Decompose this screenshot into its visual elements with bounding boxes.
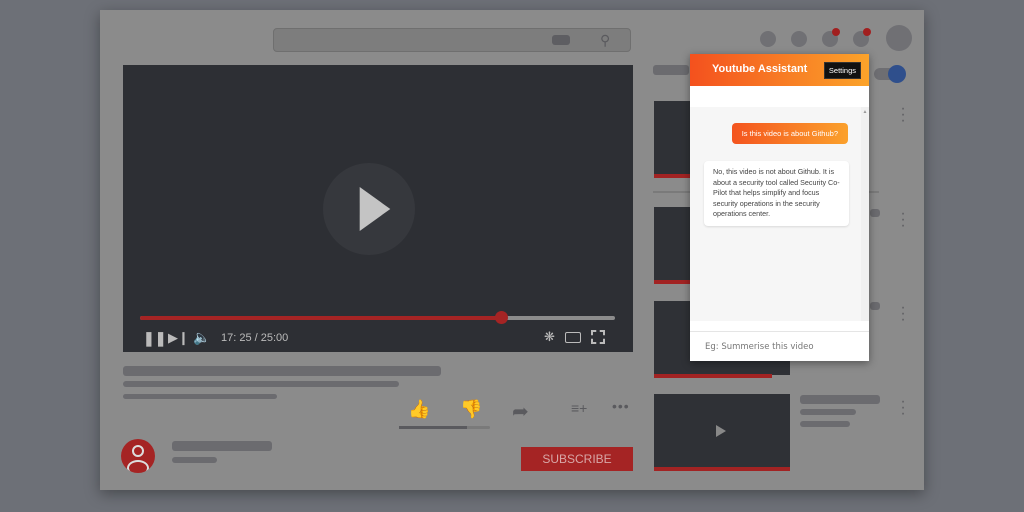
more-options-icon[interactable]: · · ·: [900, 300, 906, 328]
settings-button[interactable]: Settings: [823, 62, 861, 79]
assistant-header: Youtube Assistant Settings: [690, 54, 869, 86]
avatar[interactable]: [886, 25, 912, 51]
volume-icon[interactable]: 🔈: [193, 329, 210, 346]
progress-handle[interactable]: [495, 311, 508, 324]
progress-fill: [140, 316, 501, 320]
more-options-icon[interactable]: · · ·: [900, 206, 906, 234]
play-icon: [359, 187, 391, 231]
toggle-knob: [888, 65, 906, 83]
time-display: 17: 25 / 25:00: [221, 332, 289, 344]
more-options-icon[interactable]: · · ·: [900, 101, 906, 129]
icon-2[interactable]: [791, 31, 807, 47]
more-icon[interactable]: •••: [612, 398, 630, 414]
settings-gear-icon[interactable]: ❋: [544, 329, 555, 345]
subscribe-button[interactable]: SUBSCRIBE: [521, 447, 633, 471]
fullscreen-icon[interactable]: [591, 330, 605, 344]
play-button[interactable]: [323, 163, 415, 255]
add-to-playlist-icon[interactable]: ≡+: [571, 400, 587, 416]
more-options-icon[interactable]: · · ·: [900, 394, 906, 422]
like-ratio-bar: [399, 426, 490, 429]
video-player[interactable]: ❚❚ ▶❙ 🔈 17: 25 / 25:00 ❋: [123, 65, 633, 352]
question-input[interactable]: Eg: Summerise this video: [690, 331, 869, 361]
assistant-message: No, this video is not about Github. It i…: [704, 161, 849, 226]
assistant-title: Youtube Assistant: [712, 63, 808, 75]
search-bar[interactable]: ⚲: [273, 28, 631, 52]
dislike-icon[interactable]: 👎: [460, 399, 482, 420]
progress-bar[interactable]: [140, 311, 615, 324]
share-icon[interactable]: ➦: [512, 399, 529, 424]
youtube-assistant-panel: Youtube Assistant Settings ▲ Is this vid…: [690, 54, 869, 361]
play-icon: [716, 425, 726, 437]
video-thumbnail[interactable]: [654, 394, 790, 471]
chat-scrollbar[interactable]: ▲: [861, 107, 869, 321]
theater-mode-icon[interactable]: [565, 332, 581, 343]
channel-avatar[interactable]: [121, 439, 155, 473]
next-icon[interactable]: ▶❙: [168, 330, 189, 346]
like-icon[interactable]: 👍: [408, 399, 430, 420]
apps-icon[interactable]: [760, 31, 776, 47]
user-message: Is this video is about Github?: [731, 123, 848, 144]
search-icon[interactable]: ⚲: [600, 32, 610, 49]
pause-icon[interactable]: ❚❚: [143, 330, 166, 347]
